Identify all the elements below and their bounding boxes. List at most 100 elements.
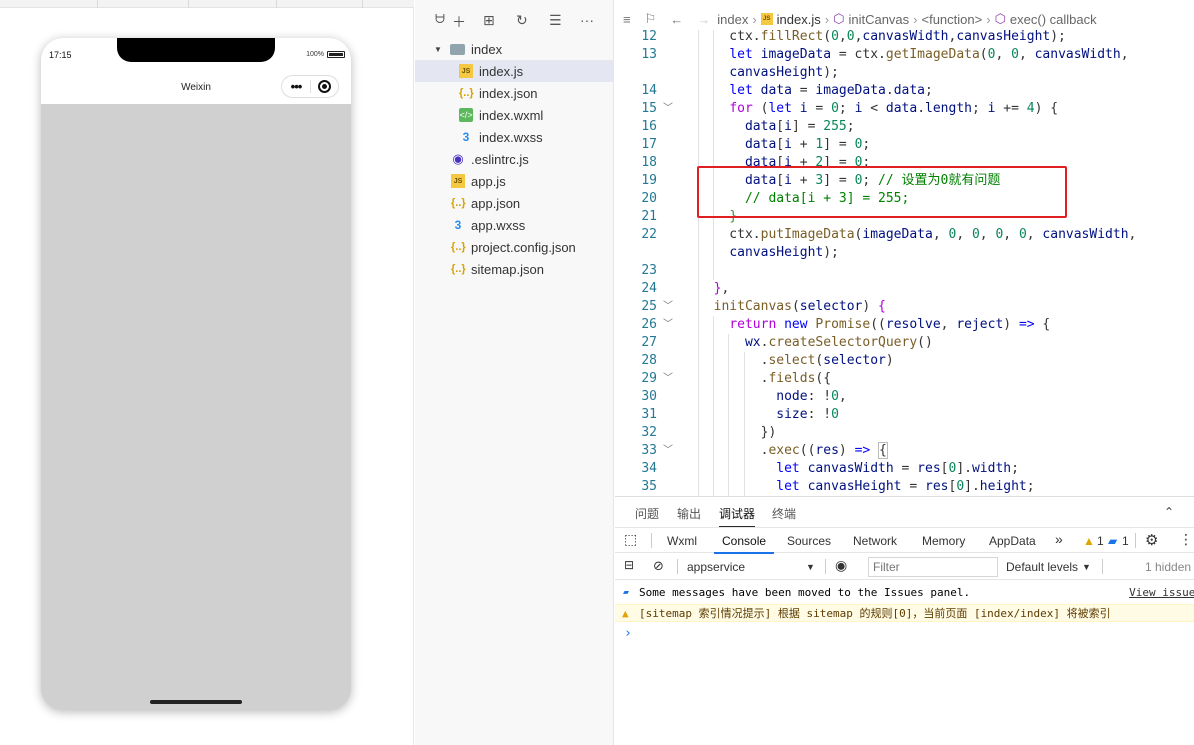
breadcrumb-item[interactable]: index [717,12,748,27]
code-line[interactable]: 33 ﹀ .exec((res) => { [615,442,1155,460]
list-icon[interactable]: ≡ [623,12,631,27]
panel-memory[interactable]: Memory [922,534,965,548]
tree-item-index-wxss[interactable]: 3 index.wxss [415,126,614,148]
warning-count[interactable]: 1 [1097,534,1104,548]
toggle-sidebar-icon[interactable]: ⊟ [624,558,634,572]
more-icon[interactable]: ••• [282,80,310,93]
message-icon[interactable]: ▰ [1108,534,1117,548]
tree-item-label: index.wxss [479,129,543,145]
tree-item-label: app.json [471,195,521,211]
code-line[interactable]: 22 ctx.putImageData(imageData, 0, 0, 0, … [615,226,1155,244]
view-issues-link[interactable]: View issues [1129,584,1194,602]
breadcrumb-item[interactable]: exec() callback [1010,12,1097,27]
chevron-down-icon[interactable]: ﹀ [663,370,673,388]
collapse-all-icon[interactable]: ☰ [549,12,562,29]
code-line[interactable]: 32 }) [615,424,1155,442]
settings-gear-icon[interactable]: ⚙ [1145,531,1158,549]
tree-item-label: app.js [471,173,506,189]
tree-item-app-js[interactable]: JS app.js [415,170,614,192]
chevron-down-icon[interactable]: ﹀ [663,100,673,118]
chevron-down-icon[interactable]: ﹀ [663,316,673,334]
tab-debugger[interactable]: 调试器 [719,505,756,528]
code-line[interactable]: 24 }, [615,280,1155,298]
breadcrumb-item[interactable]: <function> [922,12,983,27]
code-line[interactable]: 14 let data = imageData.data; [615,82,1155,100]
dropdown-arrow-icon[interactable]: ▼ [1082,562,1091,572]
chevron-down-icon[interactable]: ﹀ [663,298,673,316]
code-line[interactable]: 13 let imageData = ctx.getImageData(0, 0… [615,46,1155,64]
panel-console[interactable]: Console [713,534,775,554]
tree-item-index-json[interactable]: {..} index.json [415,82,614,104]
clear-console-icon[interactable]: ⊘ [653,558,664,574]
code-editor[interactable]: ≡ ⚐ ← → index › JS index.js › ⬡ initCanv… [615,0,1194,496]
panel-wxml[interactable]: Wxml [667,534,697,548]
panel-sources[interactable]: Sources [787,534,831,548]
chevron-right-icon: › [986,11,991,27]
bookmark-icon[interactable]: ⚐ [645,11,657,27]
code-line[interactable]: canvasHeight); [615,244,1155,262]
log-levels-select[interactable]: Default levels [1006,560,1078,574]
tab-issues[interactable]: 问题 [635,505,659,522]
inspect-element-icon[interactable]: ⬚ [624,531,637,548]
tab-output[interactable]: 输出 [677,505,701,522]
tree-item-index-wxml[interactable]: </> index.wxml [415,104,614,126]
code-line[interactable]: 25 ﹀ initCanvas(selector) { [615,298,1155,316]
console-message-text: [sitemap 索引情况提示] 根据 sitemap 的规则[0]，当前页面 … [639,607,1111,620]
close-miniprogram-button[interactable] [311,80,338,93]
new-folder-icon[interactable]: ⊞ [483,12,495,29]
code-line[interactable]: 31 size: !0 [615,406,1155,424]
miniprogram-capsule[interactable]: ••• [281,75,339,98]
code-line[interactable]: 12 ctx.fillRect(0,0,canvasWidth,canvasHe… [615,28,1155,46]
tree-item-app-wxss[interactable]: 3 app.wxss [415,214,614,236]
more-actions-icon[interactable]: ··· [580,12,594,28]
code-line[interactable]: 35 let canvasHeight = res[0].height; [615,478,1155,496]
js-file-icon: JS [760,13,773,25]
code-line[interactable]: 15 ﹀ for (let i = 0; i < data.length; i +… [615,100,1155,118]
code-line[interactable]: canvasHeight); [615,64,1155,82]
tree-item-eslintrc[interactable]: ◉ .eslintrc.js [415,148,614,170]
dropdown-arrow-icon[interactable]: ▼ [806,562,815,572]
chevron-down-icon[interactable]: ﹀ [663,442,673,460]
split-icon[interactable]: ᗨ [435,12,445,27]
warning-icon[interactable]: ▲ [1083,534,1095,548]
code-line[interactable]: 17 data[i + 1] = 0; [615,136,1155,154]
tree-item-app-json[interactable]: {..} app.json [415,192,614,214]
console-prompt[interactable]: › [615,625,1194,643]
tree-item-label: app.wxss [471,217,526,233]
more-panels-icon[interactable]: » [1055,531,1063,547]
code-line[interactable]: 16 data[i] = 255; [615,118,1155,136]
back-arrow-icon[interactable]: ← [670,12,683,27]
code-line[interactable]: 30 node: !0, [615,388,1155,406]
phone-notch [117,38,275,62]
panel-appdata[interactable]: AppData [989,534,1036,548]
panel-network[interactable]: Network [853,534,897,548]
eye-icon[interactable]: ◉ [835,557,847,574]
tree-folder-index[interactable]: ▼ index [415,38,614,60]
wxss-file-icon: 3 [462,130,470,144]
json-file-icon: {..} [459,87,474,99]
refresh-icon[interactable]: ↻ [516,12,528,29]
filter-input[interactable] [868,557,998,577]
code-line[interactable]: 28 .select(selector) [615,352,1155,370]
tree-item-sitemap[interactable]: {..} sitemap.json [415,258,614,280]
json-file-icon: {..} [451,263,466,275]
tab-terminal[interactable]: 终端 [772,505,796,522]
tree-item-label: index [471,41,503,57]
forward-arrow-icon[interactable]: → [697,12,710,27]
console-toolbar: ⊟ ⊘ appservice ▼ ◉ Default levels ▼ 1 hi… [615,554,1194,580]
breadcrumb-item[interactable]: index.js [777,12,821,27]
code-line[interactable]: 27 wx.createSelectorQuery() [615,334,1155,352]
code-line[interactable]: 23 [615,262,1155,280]
code-line[interactable]: 34 let canvasWidth = res[0].width; [615,460,1155,478]
tree-item-project-config[interactable]: {..} project.config.json [415,236,614,258]
kebab-menu-icon[interactable]: ⋮ [1179,531,1193,548]
breadcrumb-item[interactable]: initCanvas [848,12,909,27]
new-file-icon[interactable]: ＋ [452,12,466,32]
collapse-panel-icon[interactable]: ⌃ [1164,505,1174,519]
context-select[interactable]: appservice [687,560,745,574]
code-line[interactable]: 26 ﹀ return new Promise((resolve, reject)… [615,316,1155,334]
message-count[interactable]: 1 [1122,534,1129,548]
code-line[interactable]: 29 ﹀ .fields({ [615,370,1155,388]
tree-item-index-js[interactable]: JS index.js [415,60,614,82]
warning-icon: ▲ [622,607,629,620]
